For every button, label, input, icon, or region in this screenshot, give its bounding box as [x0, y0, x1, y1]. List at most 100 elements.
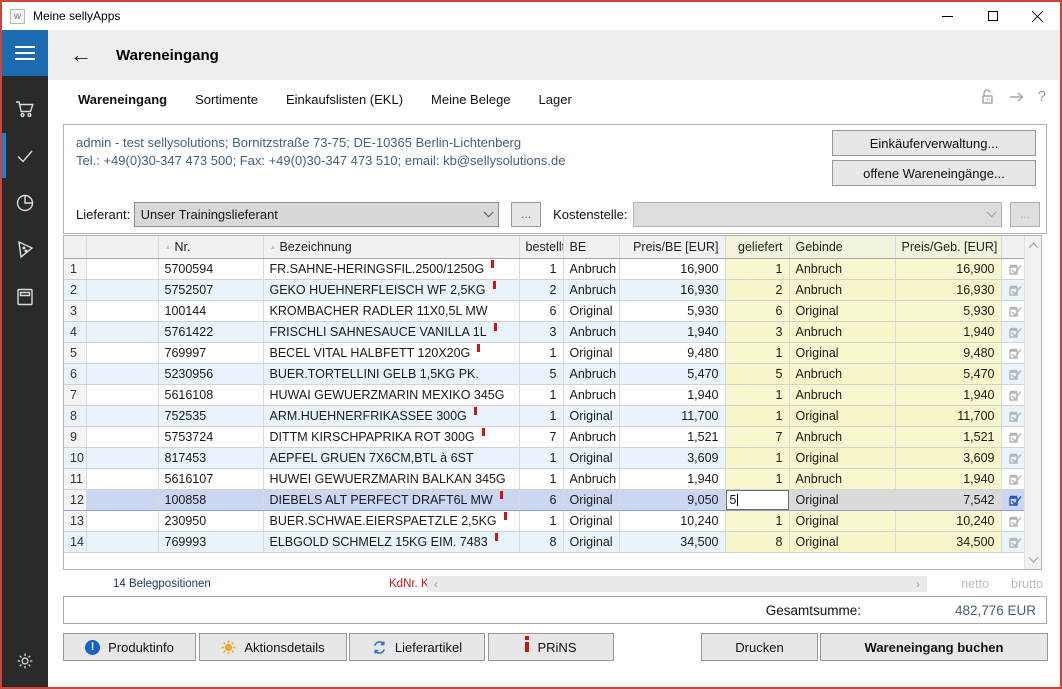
cell-be[interactable]: Anbruch: [563, 363, 619, 384]
sidebar-item-katalog[interactable]: [2, 273, 48, 320]
cell-bezeichnung[interactable]: FR.SAHNE-HERINGSFIL.2500/1250G: [263, 258, 519, 279]
tab-einkaufslisten[interactable]: Einkaufslisten (EKL): [286, 92, 403, 107]
cell-bezeichnung[interactable]: GEKO HUEHNERFLEISCH WF 2,5KG: [263, 279, 519, 300]
cell-nr[interactable]: 5616107: [158, 468, 263, 489]
cell-gebinde[interactable]: Anbruch: [789, 468, 895, 489]
lieferant-select[interactable]: Unser Trainingslieferant: [134, 202, 500, 227]
cell-bezeichnung[interactable]: HUWEI GEWUERZMARIN BALKAN 345G: [263, 468, 519, 489]
cell-gebinde[interactable]: Original: [789, 300, 895, 321]
cell-flag[interactable]: [86, 405, 158, 426]
cell-be[interactable]: Original: [563, 405, 619, 426]
cell-check[interactable]: [1001, 468, 1026, 489]
cell-bestellt[interactable]: 1: [519, 384, 563, 405]
maximize-button[interactable]: [970, 2, 1015, 30]
sidebar-item-statistics[interactable]: [2, 179, 48, 226]
scroll-left-icon[interactable]: ‹: [429, 576, 443, 592]
cell-preis-be[interactable]: 5,470: [619, 363, 725, 384]
cell-bezeichnung[interactable]: DITTM KIRSCHPAPRIKA ROT 300G: [263, 426, 519, 447]
cell-bestellt[interactable]: 1: [519, 405, 563, 426]
cell-rownum[interactable]: 7: [64, 384, 86, 405]
cell-bestellt[interactable]: 6: [519, 300, 563, 321]
cell-bezeichnung[interactable]: AEPFEL GRUEN 7X6CM,BTL à 6ST: [263, 447, 519, 468]
cell-be[interactable]: Original: [563, 531, 619, 552]
cell-be[interactable]: Anbruch: [563, 321, 619, 342]
col-nr[interactable]: Nr.: [158, 236, 263, 258]
cell-flag[interactable]: [86, 426, 158, 447]
cell-gebinde[interactable]: Anbruch: [789, 363, 895, 384]
cell-gebinde[interactable]: Original: [789, 405, 895, 426]
menu-button[interactable]: [2, 30, 48, 76]
cell-gebinde[interactable]: Anbruch: [789, 279, 895, 300]
cell-preis-geb[interactable]: 34,500: [895, 531, 1001, 552]
cell-geliefert[interactable]: 5: [725, 363, 789, 384]
scroll-right-icon[interactable]: ›: [911, 576, 925, 592]
col-bestellt[interactable]: bestellt: [519, 236, 563, 258]
wareneingang-buchen-button[interactable]: Wareneingang buchen: [820, 633, 1048, 661]
cell-geliefert[interactable]: 7: [725, 426, 789, 447]
vertical-scrollbar[interactable]: [1024, 236, 1041, 569]
cell-bezeichnung[interactable]: HUWAI GEWUERZMARIN MEXIKO 345G: [263, 384, 519, 405]
prins-button[interactable]: PRiNS: [488, 633, 614, 661]
cell-preis-be[interactable]: 16,900: [619, 258, 725, 279]
cell-check[interactable]: [1001, 510, 1026, 531]
cell-geliefert[interactable]: 1: [725, 258, 789, 279]
scroll-up-icon[interactable]: [1025, 236, 1042, 253]
cell-preis-be[interactable]: 16,930: [619, 279, 725, 300]
cell-preis-be[interactable]: 5,930: [619, 300, 725, 321]
cell-rownum[interactable]: 4: [64, 321, 86, 342]
cell-preis-geb[interactable]: 16,930: [895, 279, 1001, 300]
cell-nr[interactable]: 230950: [158, 510, 263, 531]
cell-be[interactable]: Anbruch: [563, 258, 619, 279]
cell-preis-be[interactable]: 1,521: [619, 426, 725, 447]
cell-bestellt[interactable]: 5: [519, 363, 563, 384]
cell-nr[interactable]: 5616108: [158, 384, 263, 405]
cell-preis-geb[interactable]: 1,940: [895, 321, 1001, 342]
cell-flag[interactable]: [86, 531, 158, 552]
table-row[interactable]: 13230950BUER.SCHWAE.EIERSPAETZLE 2,5KG1O…: [64, 510, 1026, 531]
cell-geliefert[interactable]: 3: [725, 321, 789, 342]
netto-toggle[interactable]: netto: [961, 577, 989, 591]
back-button[interactable]: ←: [70, 44, 92, 66]
aktionsdetails-button[interactable]: Aktionsdetails: [199, 633, 347, 661]
lieferartikel-button[interactable]: Lieferartikel: [349, 633, 485, 661]
table-row[interactable]: 12100858DIEBELS ALT PERFECT DRAFT6L MW6O…: [64, 489, 1026, 510]
cell-nr[interactable]: 5753724: [158, 426, 263, 447]
sidebar-item-wareneingang[interactable]: [2, 132, 48, 179]
col-gebinde[interactable]: Gebinde: [789, 236, 895, 258]
cell-flag[interactable]: [86, 279, 158, 300]
tab-meine-belege[interactable]: Meine Belege: [431, 92, 511, 107]
col-preis-be[interactable]: Preis/BE [EUR]: [619, 236, 725, 258]
cell-rownum[interactable]: 6: [64, 363, 86, 384]
cell-flag[interactable]: [86, 447, 158, 468]
cell-flag[interactable]: [86, 363, 158, 384]
cell-geliefert[interactable]: 6: [725, 300, 789, 321]
cell-preis-geb[interactable]: 5,930: [895, 300, 1001, 321]
cell-check[interactable]: [1001, 489, 1026, 510]
cell-nr[interactable]: 769993: [158, 531, 263, 552]
cell-bestellt[interactable]: 8: [519, 531, 563, 552]
table-row[interactable]: 14769993ELBGOLD SCHMELZ 15KG EIM. 74838O…: [64, 531, 1026, 552]
col-geliefert[interactable]: geliefert: [725, 236, 789, 258]
scroll-down-icon[interactable]: [1025, 552, 1042, 569]
cell-preis-geb[interactable]: 11,700: [895, 405, 1001, 426]
cell-rownum[interactable]: 11: [64, 468, 86, 489]
cell-check[interactable]: [1001, 363, 1026, 384]
cell-bezeichnung[interactable]: ELBGOLD SCHMELZ 15KG EIM. 7483: [263, 531, 519, 552]
cell-bestellt[interactable]: 1: [519, 447, 563, 468]
cell-preis-be[interactable]: 9,480: [619, 342, 725, 363]
cell-rownum[interactable]: 10: [64, 447, 86, 468]
help-icon[interactable]: ?: [1038, 88, 1046, 105]
cell-check[interactable]: [1001, 279, 1026, 300]
cell-preis-be[interactable]: 1,940: [619, 384, 725, 405]
cell-geliefert[interactable]: 1: [725, 468, 789, 489]
cell-geliefert[interactable]: 1: [725, 510, 789, 531]
cell-preis-be[interactable]: 9,050: [619, 489, 725, 510]
cell-rownum[interactable]: 2: [64, 279, 86, 300]
cell-be[interactable]: Anbruch: [563, 468, 619, 489]
cell-rownum[interactable]: 9: [64, 426, 86, 447]
table-row[interactable]: 45761422FRISCHLI SAHNESAUCE VANILLA 1L3A…: [64, 321, 1026, 342]
table-row[interactable]: 25752507GEKO HUEHNERFLEISCH WF 2,5KG2Anb…: [64, 279, 1026, 300]
cell-preis-be[interactable]: 10,240: [619, 510, 725, 531]
cell-check[interactable]: [1001, 384, 1026, 405]
cell-geliefert[interactable]: 2: [725, 279, 789, 300]
